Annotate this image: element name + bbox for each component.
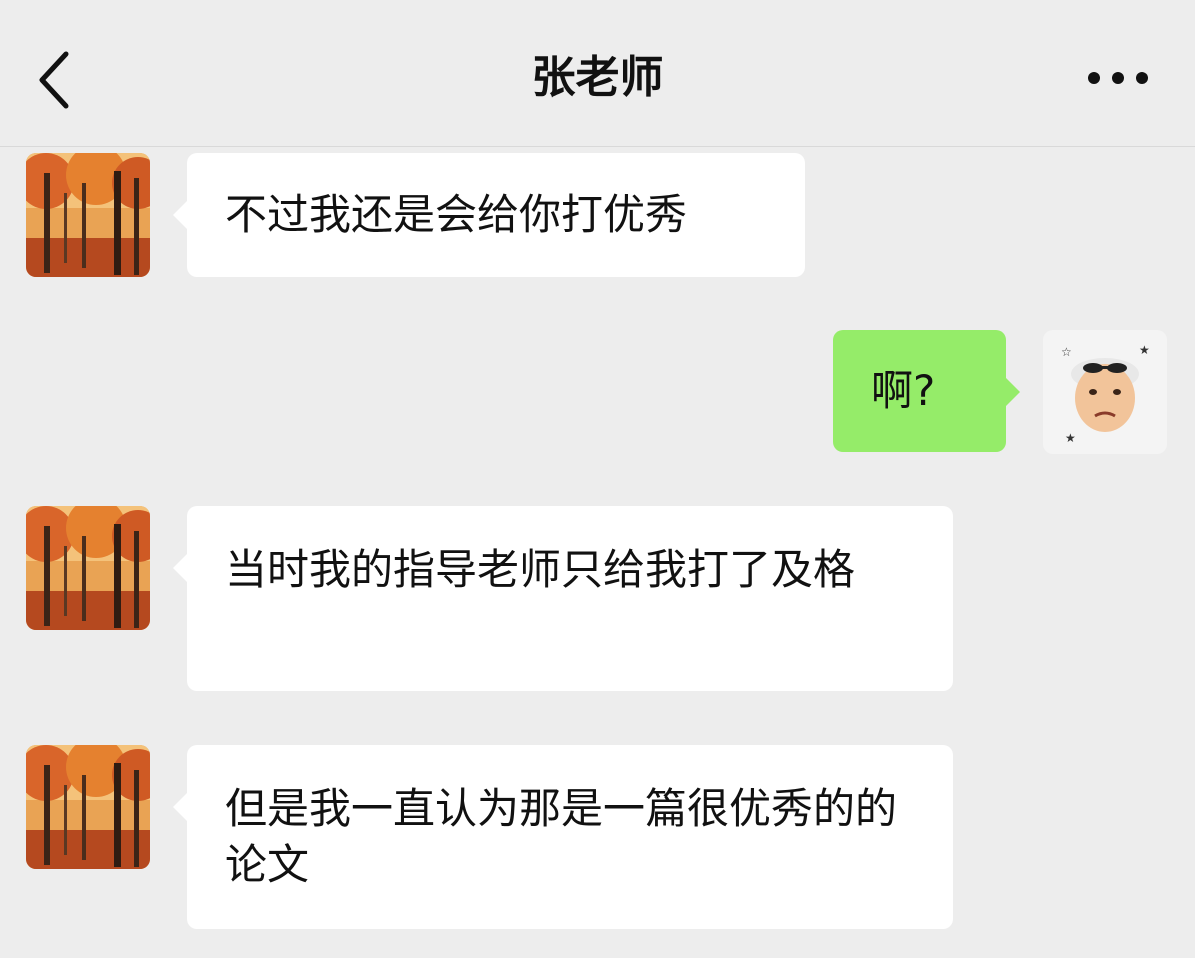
message-text: 但是我一直认为那是一篇很优秀的的论文: [225, 784, 898, 889]
baby-face-avatar-image: ☆ ★ ★: [1043, 330, 1167, 454]
svg-text:★: ★: [1065, 431, 1076, 445]
message-bubble-outgoing[interactable]: 啊?: [833, 330, 1020, 452]
teacher-avatar[interactable]: [26, 153, 150, 277]
more-dots-icon: [1088, 72, 1148, 84]
my-avatar[interactable]: ☆ ★ ★: [1043, 330, 1167, 454]
autumn-trees-avatar-image: [26, 153, 150, 277]
chat-header: 张老师: [0, 0, 1195, 147]
message-bubble-incoming[interactable]: 当时我的指导老师只给我打了及格: [173, 506, 953, 691]
more-options-button[interactable]: [1080, 56, 1160, 100]
svg-text:☆: ☆: [1061, 345, 1072, 359]
back-button[interactable]: [24, 44, 88, 116]
teacher-avatar[interactable]: [26, 745, 150, 869]
message-text: 啊?: [871, 366, 936, 415]
message-bubble-incoming[interactable]: 不过我还是会给你打优秀: [173, 153, 805, 277]
svg-text:★: ★: [1139, 343, 1150, 357]
message-text: 不过我还是会给你打优秀: [225, 190, 688, 239]
message-text: 当时我的指导老师只给我打了及格: [225, 545, 856, 594]
message-bubble-incoming[interactable]: 但是我一直认为那是一篇很优秀的的论文: [173, 745, 953, 929]
autumn-trees-avatar-image: [26, 506, 150, 630]
chat-title: 张老师: [531, 52, 664, 103]
teacher-avatar[interactable]: [26, 506, 150, 630]
chevron-left-icon: [39, 51, 69, 109]
autumn-trees-avatar-image: [26, 745, 150, 869]
